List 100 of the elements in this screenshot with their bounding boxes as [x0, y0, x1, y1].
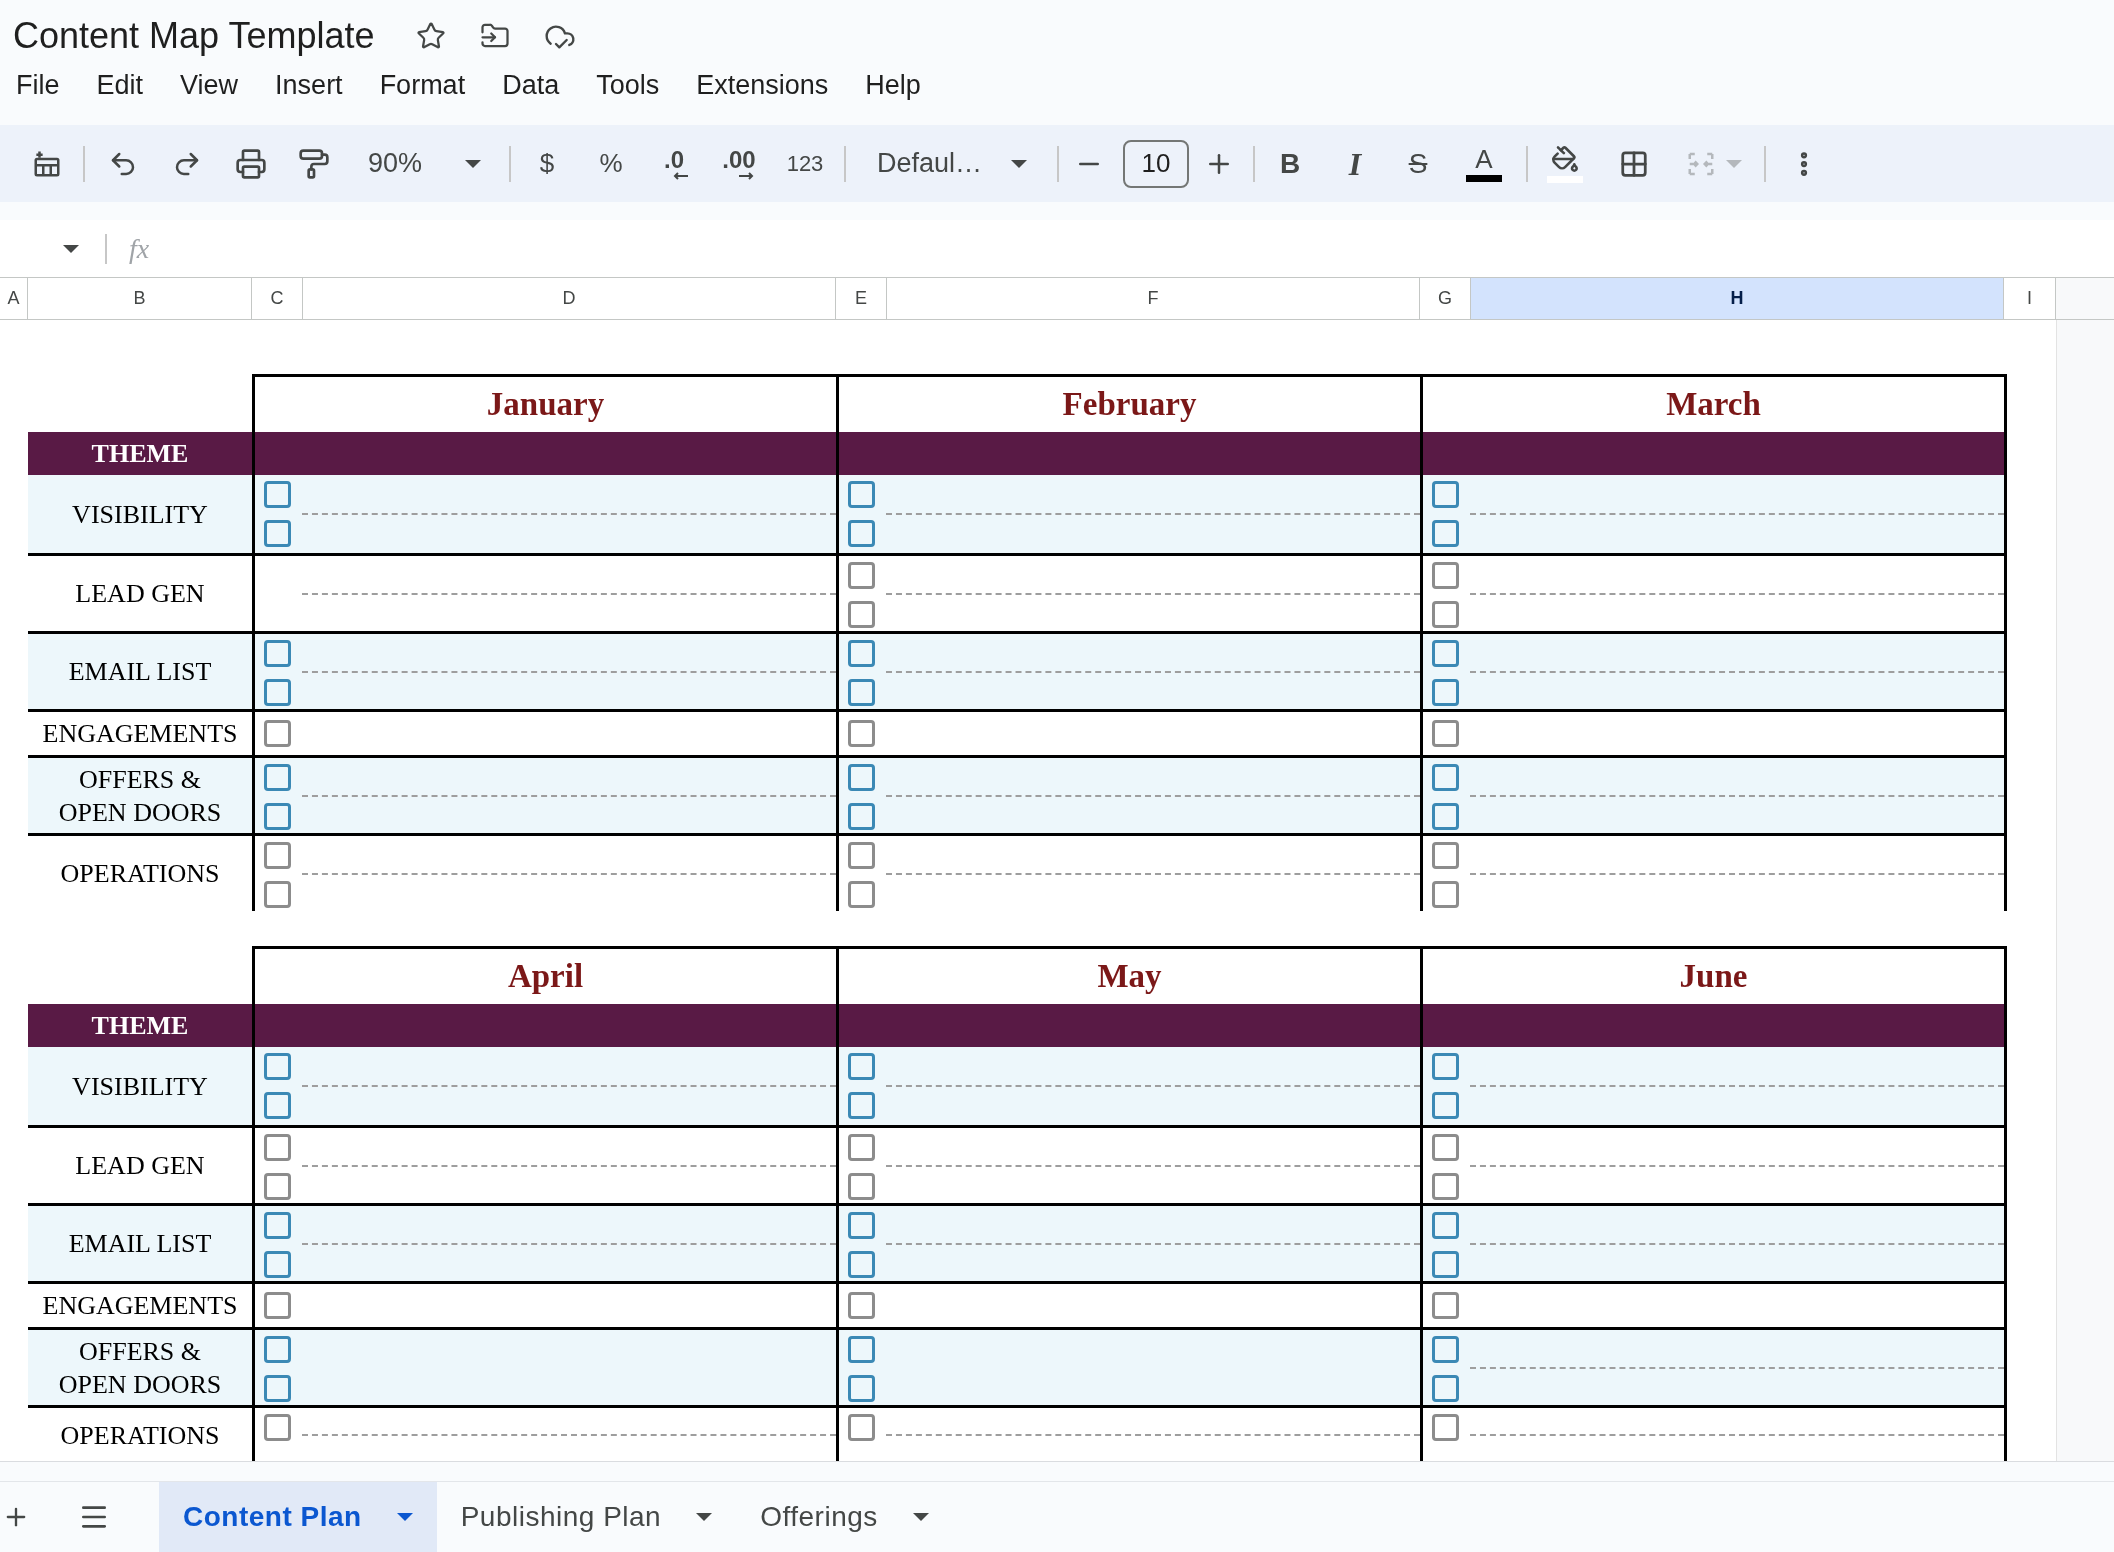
- star-icon[interactable]: [415, 21, 446, 51]
- sheet-tab[interactable]: Offerings: [736, 1482, 953, 1552]
- arrow-left-icon[interactable]: [673, 171, 689, 180]
- checkbox[interactable]: [1432, 842, 1459, 869]
- fill-in-line[interactable]: [302, 1242, 836, 1245]
- checkbox[interactable]: [1432, 1173, 1459, 1200]
- caret-icon[interactable]: [63, 244, 79, 253]
- checkbox[interactable]: [1432, 601, 1459, 628]
- checkbox[interactable]: [264, 842, 291, 869]
- fill-in-line[interactable]: [1470, 1164, 2004, 1167]
- menu-item[interactable]: View: [172, 67, 247, 103]
- bold-button[interactable]: B: [1266, 139, 1314, 188]
- increase-decimal-button[interactable]: .00: [715, 139, 763, 188]
- checkbox[interactable]: [848, 764, 875, 791]
- column-header[interactable]: E: [836, 278, 887, 319]
- fill-in-line[interactable]: [886, 592, 1420, 595]
- menu-item[interactable]: Help: [857, 67, 929, 103]
- checkbox[interactable]: [264, 1251, 291, 1278]
- number-format-button[interactable]: 123: [781, 139, 829, 188]
- checkbox[interactable]: [264, 803, 291, 830]
- column-header[interactable]: B: [28, 278, 252, 319]
- fill-in-line[interactable]: [886, 1242, 1420, 1245]
- fill-in-line[interactable]: [1470, 670, 2004, 673]
- font-dropdown[interactable]: Defaul…: [866, 139, 1036, 188]
- fill-in-line[interactable]: [302, 794, 836, 797]
- fill-in-line[interactable]: [1470, 872, 2004, 875]
- checkbox[interactable]: [848, 1092, 875, 1119]
- strikethrough-button[interactable]: S: [1394, 139, 1442, 188]
- checkbox[interactable]: [1432, 640, 1459, 667]
- checkbox[interactable]: [1432, 1134, 1459, 1161]
- checkbox[interactable]: [848, 1173, 875, 1200]
- fill-in-line[interactable]: [886, 1085, 1420, 1087]
- checkbox[interactable]: [1432, 1336, 1459, 1363]
- zoom-dropdown[interactable]: 90%: [360, 139, 490, 188]
- menu-item[interactable]: Insert: [267, 67, 351, 103]
- checkbox[interactable]: [848, 601, 875, 628]
- checkbox[interactable]: [1432, 679, 1459, 706]
- checkbox[interactable]: [264, 1053, 291, 1080]
- checkbox[interactable]: [264, 1292, 291, 1319]
- italic-button[interactable]: I: [1331, 139, 1379, 188]
- fill-in-line[interactable]: [1470, 1366, 2004, 1369]
- checkbox[interactable]: [264, 1375, 291, 1402]
- fill-in-line[interactable]: [886, 670, 1420, 673]
- percent-button[interactable]: %: [587, 139, 635, 188]
- checkbox[interactable]: [848, 1414, 875, 1441]
- column-header[interactable]: A: [0, 278, 28, 319]
- fill-in-line[interactable]: [1470, 794, 2004, 797]
- checkbox[interactable]: [1432, 1212, 1459, 1239]
- paint-roller-icon[interactable]: [298, 147, 330, 180]
- checkbox[interactable]: [848, 562, 875, 589]
- column-header[interactable]: C: [252, 278, 303, 319]
- checkbox[interactable]: [1432, 881, 1459, 908]
- fill-in-line[interactable]: [302, 670, 836, 673]
- checkbox[interactable]: [848, 1053, 875, 1080]
- checkbox[interactable]: [264, 520, 291, 547]
- sheet-tab[interactable]: Content Plan: [159, 1482, 437, 1552]
- checkbox[interactable]: [1432, 1251, 1459, 1278]
- column-header[interactable]: D: [303, 278, 836, 319]
- menu-item[interactable]: Extensions: [688, 67, 837, 103]
- caret-icon[interactable]: [396, 1513, 413, 1521]
- text-color-button[interactable]: A: [1460, 139, 1508, 188]
- decrease-decimal-button[interactable]: .0: [650, 139, 698, 188]
- checkbox[interactable]: [264, 764, 291, 791]
- caret-icon[interactable]: [912, 1513, 929, 1521]
- arrow-right-icon[interactable]: [738, 171, 754, 180]
- checkbox[interactable]: [848, 1375, 875, 1402]
- checkbox[interactable]: [1432, 720, 1459, 747]
- color-swatch-icon[interactable]: [1466, 175, 1502, 182]
- checkbox[interactable]: [1432, 764, 1459, 791]
- checkbox[interactable]: [848, 640, 875, 667]
- column-header[interactable]: F: [887, 278, 1420, 319]
- checkbox[interactable]: [264, 1212, 291, 1239]
- fill-in-line[interactable]: [886, 794, 1420, 797]
- menu-item[interactable]: Tools: [588, 67, 668, 103]
- checkbox[interactable]: [1432, 481, 1459, 508]
- checkbox[interactable]: [848, 679, 875, 706]
- fill-in-line[interactable]: [1470, 592, 2004, 595]
- menu-item[interactable]: Data: [494, 67, 568, 103]
- fill-in-line[interactable]: [886, 1434, 1420, 1436]
- menu-item[interactable]: Format: [371, 67, 474, 103]
- checkbox[interactable]: [1432, 1375, 1459, 1402]
- checkbox[interactable]: [848, 1292, 875, 1319]
- checkbox[interactable]: [264, 481, 291, 508]
- fill-in-line[interactable]: [302, 1085, 836, 1087]
- checkbox[interactable]: [264, 881, 291, 908]
- checkbox[interactable]: [848, 1212, 875, 1239]
- checkbox[interactable]: [848, 881, 875, 908]
- checkbox[interactable]: [264, 640, 291, 667]
- caret-icon[interactable]: [696, 1513, 713, 1521]
- checkbox[interactable]: [1432, 1414, 1459, 1441]
- checkbox[interactable]: [1432, 803, 1459, 830]
- checkbox[interactable]: [264, 720, 291, 747]
- caret-icon[interactable]: [1011, 159, 1027, 168]
- checkbox[interactable]: [848, 1134, 875, 1161]
- caret-icon[interactable]: [465, 159, 481, 168]
- checkbox[interactable]: [1432, 562, 1459, 589]
- fill-in-line[interactable]: [886, 513, 1420, 515]
- column-header[interactable]: H: [1471, 278, 2004, 319]
- checkbox[interactable]: [848, 1336, 875, 1363]
- fill-in-line[interactable]: [1470, 1434, 2004, 1436]
